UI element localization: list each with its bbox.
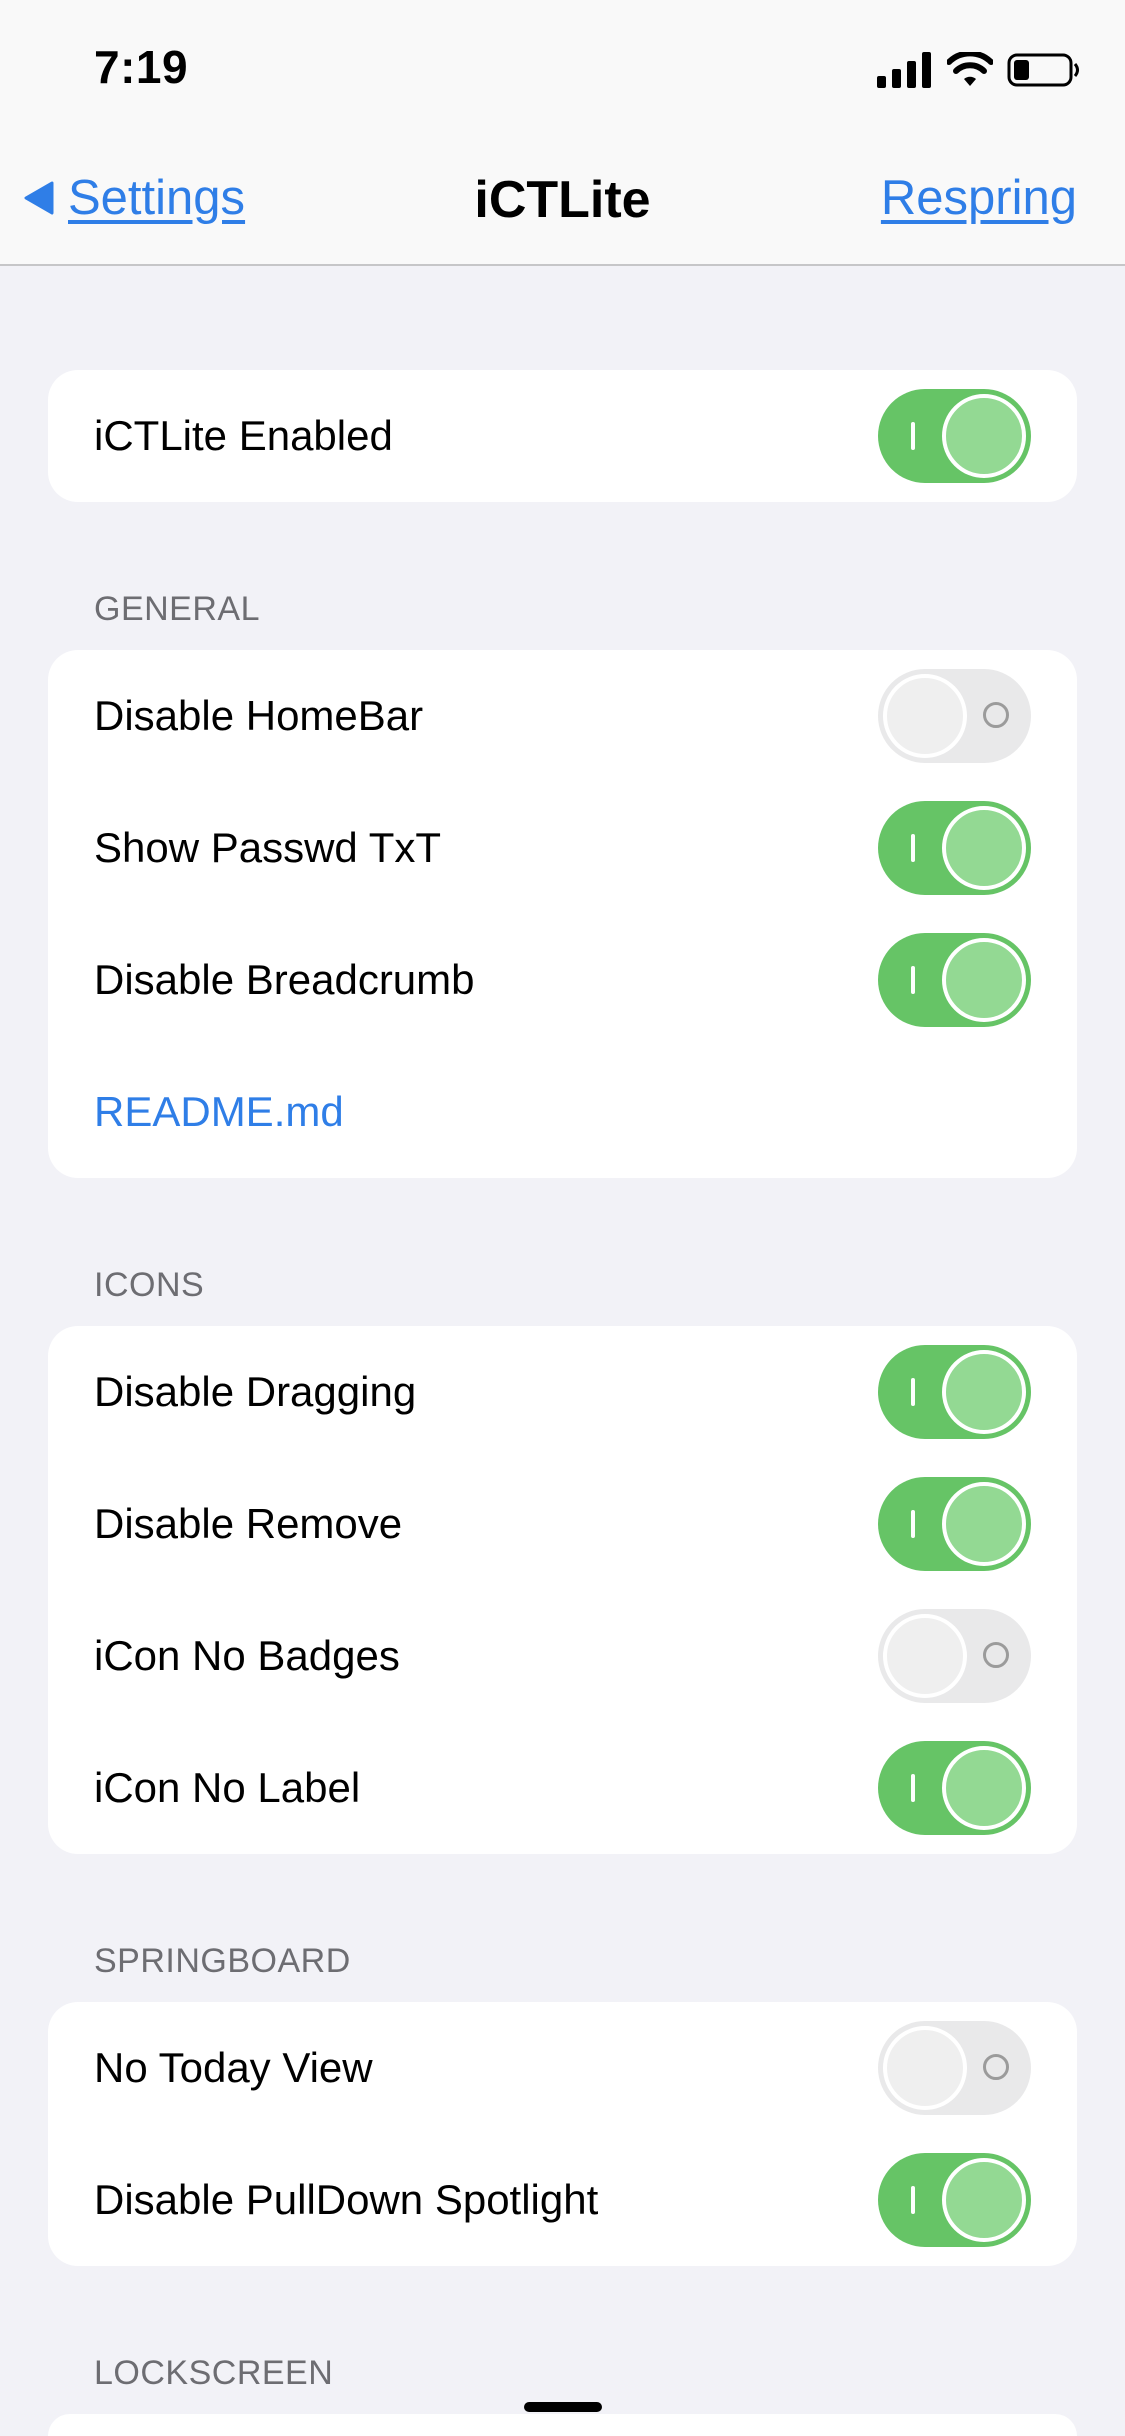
status-icons <box>877 48 1081 92</box>
toggle-row-icon-no-badges: iCon No Badges <box>48 1590 1077 1722</box>
icon-no-badges-switch[interactable] <box>878 1609 1031 1703</box>
toggle-label: Disable Breadcrumb <box>94 956 475 1003</box>
toggle-row-icon-no-label: iCon No Label <box>48 1722 1077 1854</box>
toggle-row-disable-pulldown-spotlight: Disable PullDown Spotlight <box>48 2134 1077 2266</box>
no-today-view-switch[interactable] <box>878 2021 1031 2115</box>
toggle-label: Disable HomeBar <box>94 692 424 739</box>
toggle-label: Disable Dragging <box>94 1368 417 1415</box>
signal-icon <box>877 52 931 88</box>
lockscreen-card <box>48 2414 1077 2436</box>
status-bar: 7:19 <box>0 0 1125 136</box>
section-header-general: GENERAL <box>94 590 260 628</box>
status-time: 7:19 <box>94 41 189 93</box>
toggle-label: Disable Remove <box>94 1500 403 1547</box>
toggle-row-disable-remove: Disable Remove <box>48 1458 1077 1590</box>
icons-card: Disable Dragging Disable Remove iCon No … <box>48 1326 1077 1854</box>
section-header-lockscreen: LOCKSCREEN <box>94 2354 334 2392</box>
disable-pulldown-spotlight-switch[interactable] <box>878 2153 1031 2247</box>
readme-link[interactable]: README.md <box>94 1046 344 1178</box>
disable-breadcrumb-switch[interactable] <box>878 933 1031 1027</box>
section-header-springboard: SPRINGBOARD <box>94 1942 351 1980</box>
home-indicator[interactable] <box>524 2402 602 2412</box>
wifi-icon <box>947 52 993 86</box>
show-passwd-switch[interactable] <box>878 801 1031 895</box>
main-toggle-card: iCTLite Enabled <box>48 370 1077 502</box>
disable-remove-switch[interactable] <box>878 1477 1031 1571</box>
toggle-label: iCon No Badges <box>94 1632 400 1679</box>
icon-no-label-switch[interactable] <box>878 1741 1031 1835</box>
battery-icon <box>1007 53 1079 87</box>
toggle-row-show-passwd: Show Passwd TxT <box>48 782 1077 914</box>
toggle-row-no-today-view: No Today View <box>48 2002 1077 2134</box>
enabled-switch[interactable] <box>878 389 1031 483</box>
disable-dragging-switch[interactable] <box>878 1345 1031 1439</box>
toggle-label: iCon No Label <box>94 1764 361 1811</box>
toggle-row-disable-breadcrumb: Disable Breadcrumb <box>48 914 1077 1046</box>
navigation-bar: Settings iCTLite Respring <box>0 136 1125 266</box>
toggle-row-disable-dragging: Disable Dragging <box>48 1326 1077 1458</box>
readme-row[interactable]: README.md <box>48 1046 1077 1178</box>
toggle-row-enabled: iCTLite Enabled <box>48 370 1077 502</box>
toggle-row-disable-homebar: Disable HomeBar <box>48 650 1077 782</box>
general-card: Disable HomeBar Show Passwd TxT Disable … <box>48 650 1077 1178</box>
toggle-label: No Today View <box>94 2044 373 2091</box>
respring-button[interactable]: Respring <box>881 170 1077 226</box>
toggle-label: Disable PullDown Spotlight <box>94 2176 599 2223</box>
disable-homebar-switch[interactable] <box>878 669 1031 763</box>
toggle-label: Show Passwd TxT <box>94 824 442 871</box>
toggle-label: iCTLite Enabled <box>94 412 393 459</box>
springboard-card: No Today View Disable PullDown Spotlight <box>48 2002 1077 2266</box>
section-header-icons: ICONS <box>94 1266 205 1304</box>
